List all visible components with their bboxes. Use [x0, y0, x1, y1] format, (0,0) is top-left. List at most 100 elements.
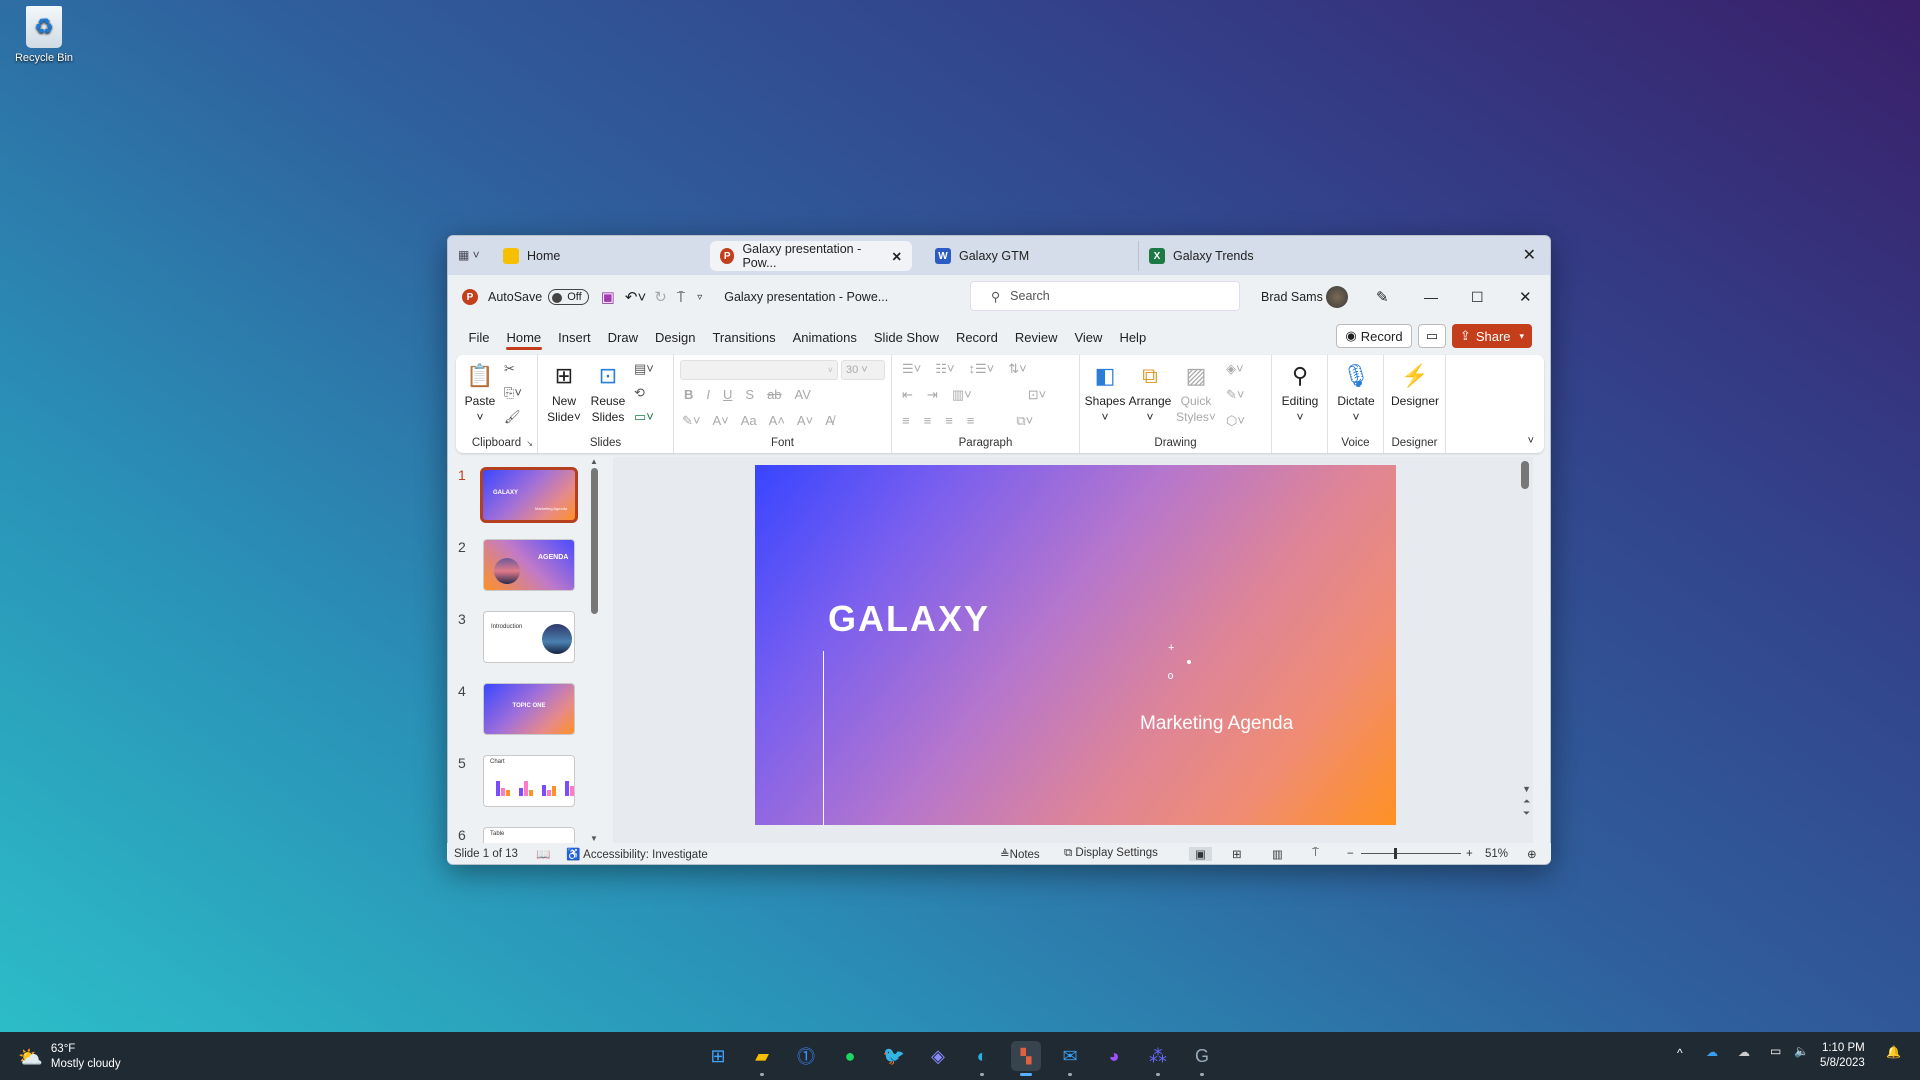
recycle-bin[interactable]: ♻ Recycle Bin: [8, 6, 80, 64]
zoom-slider[interactable]: [1361, 848, 1461, 859]
tab-home[interactable]: Home: [493, 241, 653, 271]
show-hidden-icons-icon[interactable]: ^: [1677, 1046, 1683, 1060]
slide-thumbnail-2[interactable]: AGENDA: [483, 539, 575, 591]
shadow-button[interactable]: S: [745, 387, 754, 402]
cut-icon[interactable]: ✂: [504, 361, 515, 377]
ribbon-tab-insert[interactable]: Insert: [550, 330, 600, 345]
customize-qat-icon[interactable]: ▿: [697, 292, 702, 303]
shapes-button[interactable]: ◧ Shapes ˅: [1084, 361, 1126, 425]
slide-title[interactable]: GALAXY: [828, 598, 990, 640]
clock[interactable]: 1:10 PM 5/8/2023: [1820, 1041, 1865, 1071]
search-box[interactable]: ⚲ Search: [970, 281, 1240, 311]
twitter-icon[interactable]: 🐦: [879, 1041, 909, 1071]
italic-button[interactable]: I: [706, 387, 710, 402]
current-slide[interactable]: GALAXY + Marketing Agenda: [755, 465, 1396, 825]
bullets-icon[interactable]: ☰˅: [902, 361, 921, 377]
ribbon-tab-transitions[interactable]: Transitions: [704, 330, 784, 345]
ribbon-tab-design[interactable]: Design: [647, 330, 704, 345]
slide-thumbnail-1[interactable]: GALAXY Marketing Agenda: [480, 467, 578, 523]
layout-icon[interactable]: ▤˅: [634, 361, 654, 377]
change-case-button[interactable]: Aa: [741, 413, 757, 429]
grow-font-button[interactable]: A˄: [769, 413, 785, 429]
notifications-icon[interactable]: 🔔: [1886, 1045, 1901, 1059]
app-icon[interactable]: ◈: [923, 1041, 953, 1071]
shape-fill-icon[interactable]: ◈˅: [1226, 361, 1244, 377]
section-icon[interactable]: ▭˅: [634, 409, 654, 425]
minimize-icon[interactable]: —: [1424, 289, 1438, 305]
scroll-down-icon[interactable]: ▼: [588, 834, 600, 843]
collapse-ribbon-icon[interactable]: ˅: [1528, 435, 1534, 447]
highlight-icon[interactable]: ✎˅: [682, 413, 700, 429]
notes-button[interactable]: ≜Notes: [1000, 847, 1040, 861]
bold-button[interactable]: B: [684, 387, 693, 402]
close-icon[interactable]: ✕: [1519, 288, 1532, 306]
scroll-up-icon[interactable]: ▲: [588, 457, 600, 466]
pen-icon[interactable]: ✎: [1376, 288, 1389, 306]
close-tab-icon[interactable]: ✕: [892, 249, 902, 264]
volume-icon[interactable]: 🔈: [1794, 1044, 1809, 1058]
columns-icon[interactable]: ▥˅: [952, 387, 972, 403]
file-explorer-icon[interactable]: ▰: [747, 1041, 777, 1076]
zoom-out-icon[interactable]: −: [1347, 848, 1354, 860]
share-button[interactable]: ⇪ Share ▾: [1452, 324, 1532, 348]
paste-button[interactable]: 📋 Paste ˅: [462, 361, 498, 425]
reset-icon[interactable]: ⟲: [634, 385, 645, 401]
ribbon-tab-view[interactable]: View: [1066, 330, 1111, 345]
start-icon[interactable]: ⊞: [703, 1041, 733, 1071]
ribbon-tab-review[interactable]: Review: [1006, 330, 1066, 345]
close-window-icon[interactable]: ✕: [1523, 245, 1536, 265]
copilot-icon[interactable]: ◕: [1099, 1041, 1129, 1071]
justify-icon[interactable]: ≡: [967, 413, 975, 429]
autosave-toggle[interactable]: Off: [548, 289, 589, 305]
slide-navigation[interactable]: ▼ ⏶ ⏷: [1522, 783, 1531, 819]
increase-indent-icon[interactable]: ⇥: [927, 387, 938, 403]
line-spacing-icon[interactable]: ↕☰˅: [969, 361, 995, 377]
slide-thumbnail-5[interactable]: Chart: [483, 755, 575, 807]
thumbnails-scrollbar[interactable]: ▲ ▼: [588, 457, 600, 843]
fit-to-window-icon[interactable]: ⊕: [1527, 847, 1537, 861]
weather-widget[interactable]: ⛅ 63°F Mostly cloudy: [18, 1042, 121, 1072]
align-text-icon[interactable]: ⊡˅: [1028, 387, 1046, 403]
display-settings-button[interactable]: ⧉ Display Settings: [1064, 847, 1158, 860]
app-g-icon[interactable]: G: [1187, 1041, 1217, 1076]
ribbon-tab-draw[interactable]: Draw: [599, 330, 646, 345]
format-painter-icon[interactable]: 🖌: [504, 409, 521, 425]
zoom-slider-thumb[interactable]: [1393, 848, 1397, 859]
ribbon-tab-file[interactable]: File: [460, 330, 498, 345]
copy-icon[interactable]: ⎘˅: [504, 385, 522, 401]
user-name[interactable]: Brad Sams: [1261, 290, 1323, 304]
font-name-input[interactable]: ˅: [680, 360, 838, 380]
maximize-icon[interactable]: ☐: [1471, 289, 1484, 306]
accessibility-button[interactable]: ♿ Accessibility: Investigate: [566, 847, 708, 861]
mail-icon[interactable]: ✉: [1055, 1041, 1085, 1076]
undo-icon[interactable]: ↶˅: [625, 288, 646, 306]
slide-sorter-icon[interactable]: ⊞: [1232, 847, 1242, 861]
strikethrough-button[interactable]: ab: [767, 387, 781, 402]
reading-view-icon[interactable]: ▥: [1272, 847, 1283, 861]
tab-galaxy-presentation[interactable]: P Galaxy presentation - Pow... ✕: [710, 241, 912, 271]
zoom-in-icon[interactable]: +: [1466, 848, 1473, 860]
shape-outline-icon[interactable]: ✎˅: [1226, 387, 1244, 403]
zoom-level[interactable]: 51%: [1485, 848, 1508, 860]
slideshow-icon[interactable]: ⍑: [1312, 847, 1319, 860]
ribbon-tab-record[interactable]: Record: [947, 330, 1006, 345]
onedrive-icon[interactable]: ☁: [1706, 1045, 1718, 1059]
center-icon[interactable]: ≡: [924, 413, 932, 429]
edge-icon[interactable]: ◐: [967, 1041, 997, 1076]
record-button[interactable]: ◉ Record: [1336, 324, 1412, 348]
quick-styles-button[interactable]: ▨ Quick Styles˅: [1176, 361, 1216, 425]
font-color-icon[interactable]: A˅: [712, 413, 728, 429]
character-spacing-button[interactable]: AV: [795, 387, 811, 402]
network-icon[interactable]: ▭: [1770, 1044, 1781, 1058]
tab-galaxy-trends[interactable]: X Galaxy Trends: [1138, 241, 1338, 271]
new-slide-button[interactable]: ⊞ New Slide˅: [544, 361, 584, 425]
align-right-icon[interactable]: ≡: [945, 413, 953, 429]
tab-menu-icon[interactable]: ▦ ˅: [458, 248, 480, 262]
slide-thumbnail-4[interactable]: TOPIC ONE: [483, 683, 575, 735]
present-icon[interactable]: ⍑: [677, 289, 685, 306]
ribbon-tab-slide-show[interactable]: Slide Show: [865, 330, 947, 345]
spelling-icon[interactable]: 📖: [536, 847, 550, 861]
scrollbar-thumb[interactable]: [590, 468, 598, 614]
ribbon-tab-animations[interactable]: Animations: [784, 330, 865, 345]
underline-button[interactable]: U: [723, 387, 732, 402]
